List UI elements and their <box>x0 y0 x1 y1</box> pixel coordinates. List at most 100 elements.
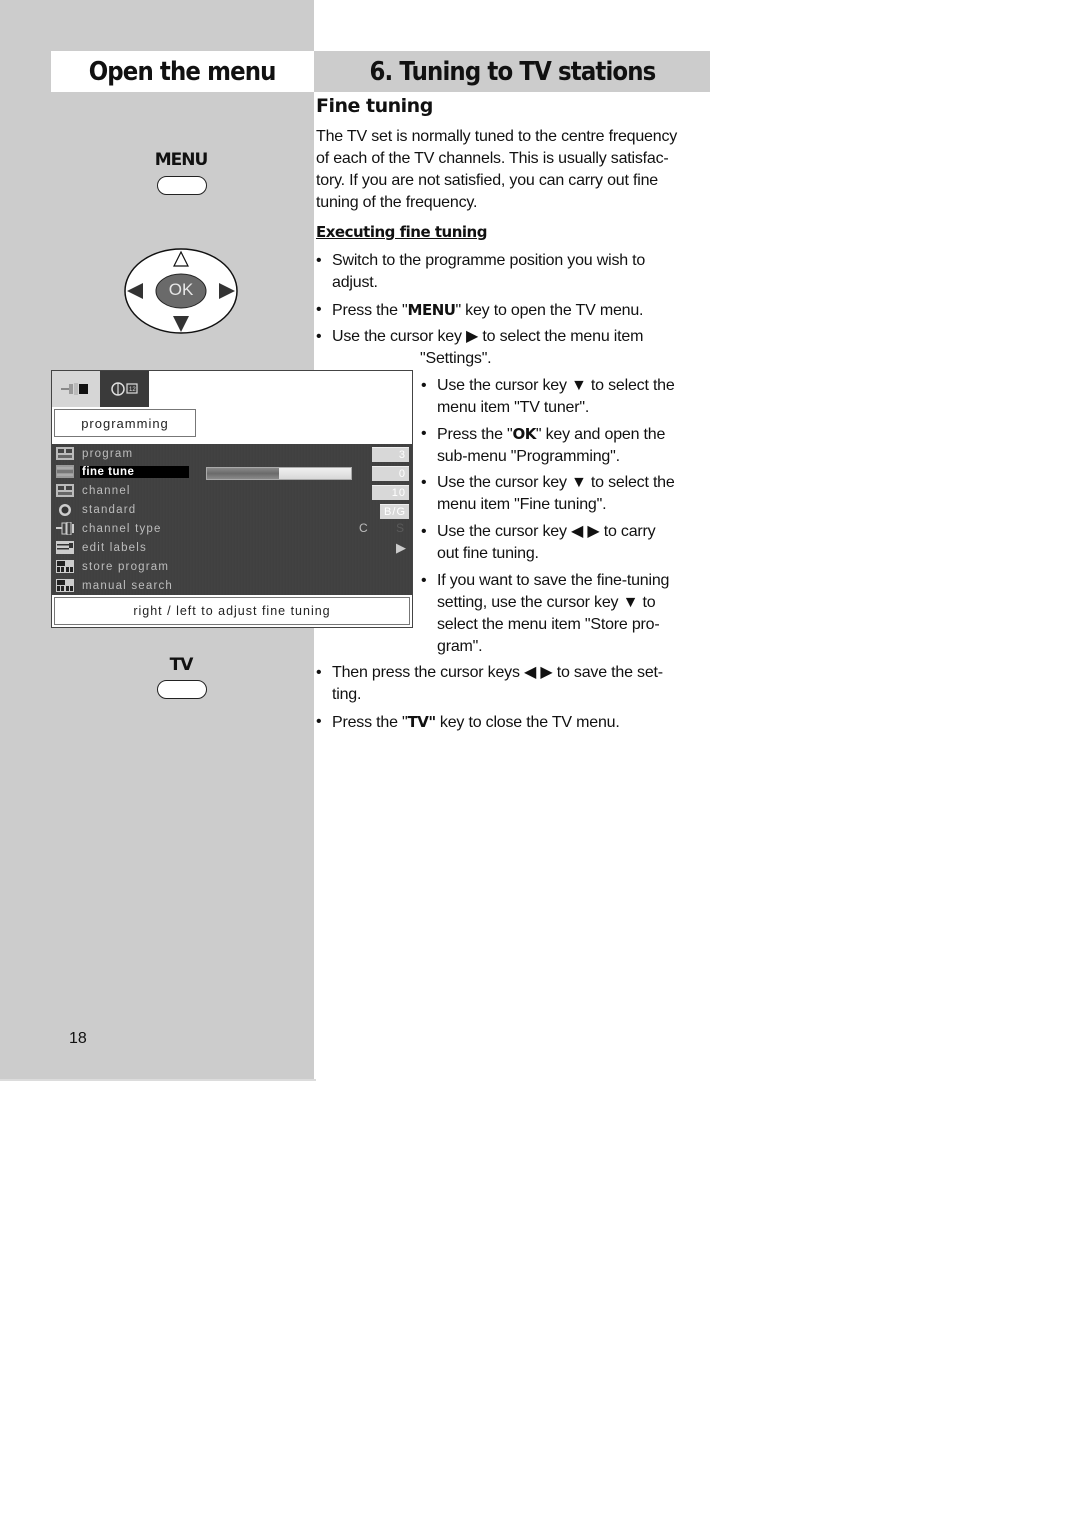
intro-line: The TV set is normally tuned to the cent… <box>316 128 678 145</box>
step-line: sub-menu "Programming". <box>437 448 620 465</box>
step-item: • Use the cursor key ◀ ▶ to carry out fi… <box>421 521 656 565</box>
step-line: Use the cursor key ◀ ▶ to carry <box>437 523 656 540</box>
step-text: Press the " <box>437 426 513 443</box>
connector-icon <box>56 522 74 535</box>
fine-tune-slider-fill <box>207 468 279 479</box>
osd-item-label: fine tune <box>80 465 189 478</box>
bullet: • <box>421 572 427 589</box>
header-left-title: Open the menu <box>51 51 314 92</box>
bullet: • <box>316 713 322 730</box>
step-line: gram". <box>437 638 483 655</box>
step-item: • Use the cursor key ▼ to select the men… <box>421 472 675 516</box>
channel-value: 10 <box>372 485 409 500</box>
program-value: 3 <box>372 447 409 462</box>
step-line: Use the cursor key ▼ to select the <box>437 377 675 394</box>
osd-item-fine-tune[interactable]: fine tune <box>56 463 189 480</box>
osd-tabs: 12 <box>52 371 149 407</box>
section-title: Fine tuning <box>316 95 433 117</box>
step-text: " key and open the <box>535 426 666 443</box>
osd-title: programming <box>54 409 196 437</box>
menu-key-button[interactable] <box>157 176 207 195</box>
osd-list: program 3 fine tune 0 channel 10 standar… <box>52 444 412 595</box>
dpad[interactable]: OK <box>124 248 238 334</box>
bullet: • <box>421 474 427 491</box>
menu-key-label: MENU <box>154 150 209 170</box>
step-line: If you want to save the fine-tuning <box>437 572 670 589</box>
step-line: menu item "TV tuner". <box>437 399 590 416</box>
key-name: OK <box>512 425 537 443</box>
step-line: Then press the cursor keys ◀ ▶ to save t… <box>332 664 663 681</box>
step-line: Use the cursor key ▶ to select the menu … <box>332 328 644 345</box>
step-item: • Switch to the programme position you w… <box>316 250 646 294</box>
osd-item-label: edit labels <box>82 541 147 554</box>
step-item: • If you want to save the fine-tuning se… <box>421 570 670 658</box>
connector-icon <box>61 383 88 395</box>
program-grid-icon <box>56 447 74 460</box>
manual-search-icon <box>56 579 74 592</box>
bullet: • <box>316 252 322 269</box>
program-grid-icon <box>56 484 74 497</box>
globe-icon <box>56 503 74 516</box>
fine-tune-value: 0 <box>372 466 409 481</box>
step-item: • Use the cursor key ▶ to select the men… <box>316 326 644 370</box>
osd-item-store-program[interactable]: store program <box>56 558 171 575</box>
step-line: menu item "Fine tuning". <box>437 496 607 513</box>
step-item: • Press the "OK" key and open the sub-me… <box>421 423 666 468</box>
chapter-title-text: 6. Tuning to TV stations <box>369 56 656 87</box>
step-text: Press the " <box>332 302 408 319</box>
step-line: Switch to the programme position you wis… <box>332 252 646 269</box>
osd-item-program[interactable]: program <box>56 445 135 462</box>
header-right-title: 6. Tuning to TV stations <box>314 51 710 92</box>
osd-item-channel-type[interactable]: channel type <box>56 520 164 537</box>
intro-line: tuning of the frequency. <box>316 194 478 211</box>
bullet: • <box>421 523 427 540</box>
osd-item-manual-search[interactable]: manual search <box>56 577 175 594</box>
step-text: Press the " <box>332 714 408 731</box>
ok-label: OK <box>168 280 194 299</box>
intro-paragraph: The TV set is normally tuned to the cent… <box>316 126 712 214</box>
key-name: MENU <box>407 301 456 319</box>
osd-item-label: manual search <box>82 579 174 592</box>
fine-tune-icon <box>56 465 74 478</box>
bullet: • <box>421 377 427 394</box>
step-line: setting, use the cursor key ▼ to <box>437 594 656 611</box>
svg-text:12: 12 <box>129 387 136 393</box>
channel-type-option-s[interactable]: S <box>396 521 404 535</box>
tv-osd-menu: 12 programming program 3 fine tune 0 cha… <box>51 370 413 628</box>
osd-item-label: channel type <box>82 522 162 535</box>
tuner-dial-icon: 12 <box>110 382 138 396</box>
channel-type-option-c[interactable]: C <box>359 521 368 535</box>
osd-item-standard[interactable]: standard <box>56 501 138 518</box>
osd-item-channel[interactable]: channel <box>56 482 133 499</box>
osd-tab-connector[interactable] <box>52 371 100 407</box>
osd-item-edit-labels[interactable]: edit labels <box>56 539 149 556</box>
osd-hint: right / left to adjust fine tuning <box>54 597 410 625</box>
bullet: • <box>421 425 427 442</box>
intro-line: of each of the TV channels. This is usua… <box>316 150 669 167</box>
step-item: • Press the "TV" key to close the TV men… <box>316 711 620 734</box>
step-text: " key to open the TV menu. <box>455 302 644 319</box>
edit-labels-arrow-icon[interactable]: ▶ <box>396 540 406 556</box>
standard-value: B/G <box>380 504 409 519</box>
tv-key-button[interactable] <box>157 680 207 699</box>
step-line: adjust. <box>332 274 378 291</box>
osd-item-label: standard <box>82 503 137 516</box>
bullet: • <box>316 328 322 345</box>
divider <box>0 1079 316 1081</box>
page-number: 18 <box>69 1030 87 1047</box>
step-item: • Use the cursor key ▼ to select the men… <box>421 375 675 419</box>
left-title-text: Open the menu <box>89 56 277 87</box>
intro-line: tory. If you are not satisfied, you can … <box>316 172 658 189</box>
edit-labels-icon <box>56 541 74 554</box>
osd-item-label: program <box>82 447 134 460</box>
step-line: out fine tuning. <box>437 545 539 562</box>
step-text: key to close the TV menu. <box>435 714 620 731</box>
fine-tune-slider[interactable] <box>206 467 352 480</box>
bullet: • <box>316 301 322 318</box>
tv-key-label: TV <box>169 655 194 675</box>
key-name: TV" <box>407 713 437 731</box>
osd-item-label: channel <box>82 484 131 497</box>
step-line: ting. <box>332 686 362 703</box>
store-program-icon <box>56 560 74 573</box>
osd-tab-tuner[interactable]: 12 <box>100 371 149 407</box>
